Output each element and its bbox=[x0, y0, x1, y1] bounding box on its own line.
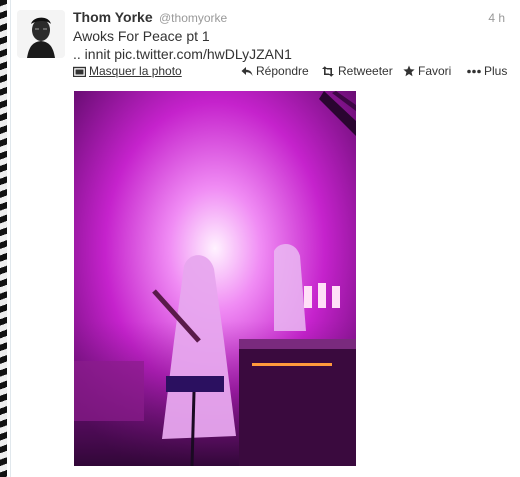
favorite-label: Favori bbox=[418, 64, 452, 78]
media-icon bbox=[73, 66, 86, 77]
author-name[interactable]: Thom Yorke bbox=[73, 9, 153, 25]
tweet-actions: Masquer la photo Répondre Retweeter Favo… bbox=[73, 64, 513, 82]
background-stripes bbox=[0, 0, 7, 477]
retweet-icon bbox=[321, 65, 335, 77]
hide-photo-label: Masquer la photo bbox=[89, 64, 182, 78]
favorite-button[interactable]: Favori bbox=[403, 64, 451, 78]
avatar[interactable] bbox=[17, 10, 65, 58]
tweet-photo[interactable] bbox=[74, 91, 356, 466]
more-label: Plus bbox=[484, 64, 508, 78]
star-icon bbox=[403, 65, 415, 77]
author-handle[interactable]: @thomyorke bbox=[159, 11, 227, 25]
tweet-text: Awoks For Peace pt 1 .. innit pic.twitte… bbox=[73, 27, 292, 63]
tweet-text-line1: Awoks For Peace pt 1 bbox=[73, 28, 210, 44]
reply-button[interactable]: Répondre bbox=[241, 64, 309, 78]
more-icon bbox=[467, 69, 481, 74]
retweet-button[interactable]: Retweeter bbox=[321, 64, 393, 78]
tweet-header: Thom Yorke @thomyorke 4 h bbox=[73, 9, 511, 27]
tweet-card[interactable]: Thom Yorke @thomyorke 4 h Awoks For Peac… bbox=[10, 0, 519, 477]
tweet-text-prefix: .. innit bbox=[73, 46, 115, 62]
tweet-timestamp[interactable]: 4 h bbox=[488, 11, 505, 25]
reply-label: Répondre bbox=[256, 64, 309, 78]
tweet-text-line2: .. innit pic.twitter.com/hwDLyJZAN1 bbox=[73, 45, 292, 63]
hide-photo-button[interactable]: Masquer la photo bbox=[73, 64, 182, 78]
reply-icon bbox=[241, 66, 253, 77]
retweet-label: Retweeter bbox=[338, 64, 393, 78]
more-button[interactable]: Plus bbox=[467, 64, 507, 78]
tweet-media-link[interactable]: pic.twitter.com/hwDLyJZAN1 bbox=[114, 46, 292, 62]
